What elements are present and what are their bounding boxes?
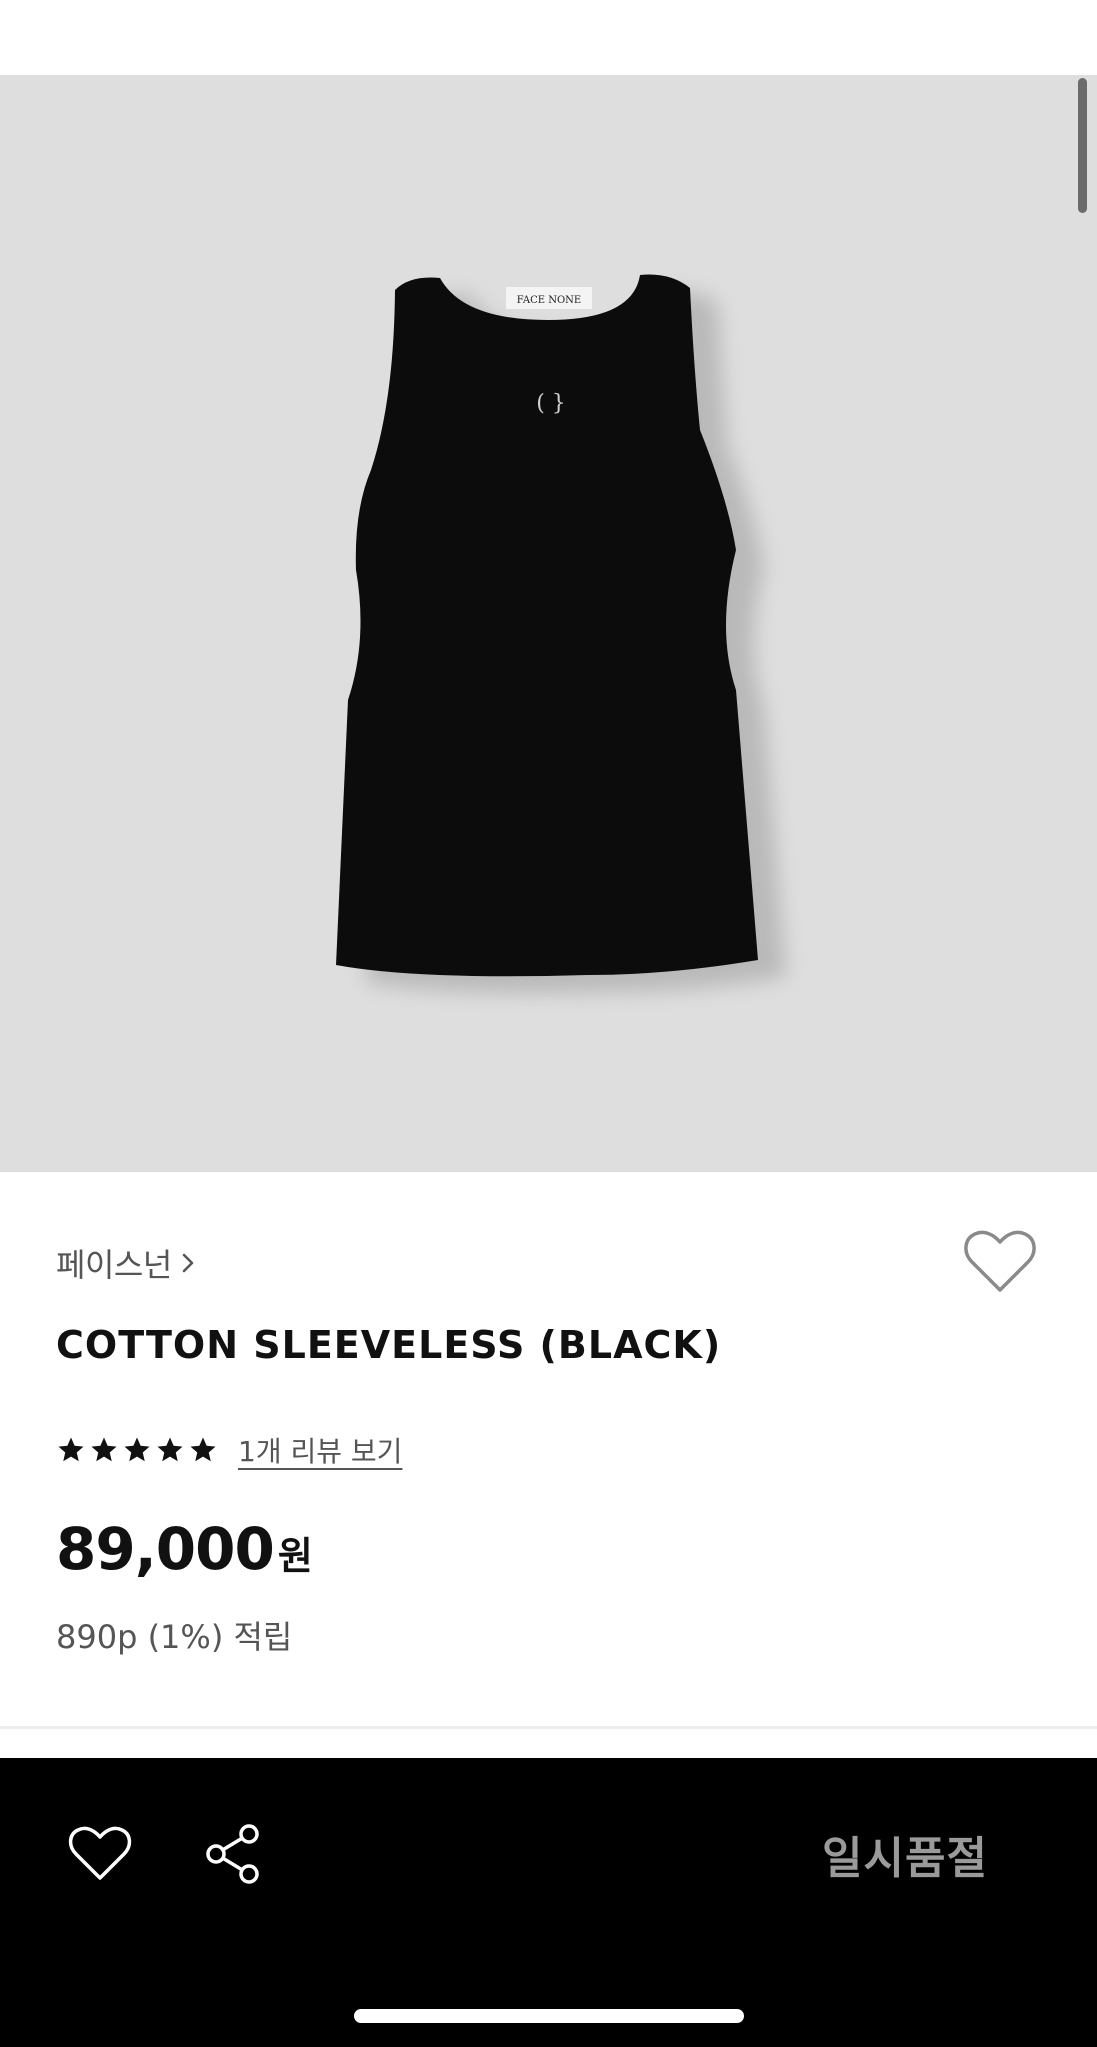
star-icon bbox=[91, 1437, 117, 1462]
share-icon[interactable] bbox=[203, 1822, 263, 1886]
star-icon bbox=[157, 1437, 183, 1462]
review-link[interactable]: 1개 리뷰 보기 bbox=[238, 1430, 402, 1470]
rating-row: 1개 리뷰 보기 bbox=[56, 1430, 402, 1470]
tank-top-illustration: FACE NONE ( } bbox=[336, 274, 786, 994]
price-value: 89,000 bbox=[56, 1515, 275, 1583]
top-bar bbox=[0, 0, 1097, 75]
scrollbar[interactable] bbox=[1078, 78, 1087, 213]
tank-top-body bbox=[336, 274, 758, 977]
star-rating bbox=[56, 1435, 218, 1465]
chevron-right-icon bbox=[182, 1253, 194, 1273]
brand-link[interactable]: 페이스넌 bbox=[56, 1240, 196, 1286]
soldout-button[interactable]: 일시품절 bbox=[780, 1822, 1030, 1886]
star-icon bbox=[58, 1437, 84, 1462]
price-unit: 원 bbox=[277, 1534, 313, 1578]
heart-outline-icon[interactable] bbox=[962, 1228, 1038, 1296]
garment-label-text: FACE NONE bbox=[517, 295, 581, 306]
home-indicator[interactable] bbox=[354, 2009, 744, 2023]
star-icon bbox=[190, 1437, 216, 1462]
brand-label: 페이스넌 bbox=[56, 1246, 172, 1284]
product-image[interactable]: FACE NONE ( } bbox=[0, 75, 1097, 1172]
star-icon bbox=[124, 1437, 150, 1462]
garment-emblem: ( } bbox=[536, 391, 566, 416]
divider bbox=[0, 1726, 1097, 1729]
product-detail-page: FACE NONE ( } 페이스넌 COTTON SLEEVELESS (BL… bbox=[0, 0, 1097, 2047]
price: 89,000 원 bbox=[56, 1515, 313, 1583]
bottom-action-bar bbox=[0, 1758, 1097, 2047]
heart-outline-icon[interactable] bbox=[68, 1825, 132, 1883]
points-info: 890p (1%) 적립 bbox=[56, 1618, 293, 1656]
product-title: COTTON SLEEVELESS (BLACK) bbox=[56, 1323, 722, 1367]
